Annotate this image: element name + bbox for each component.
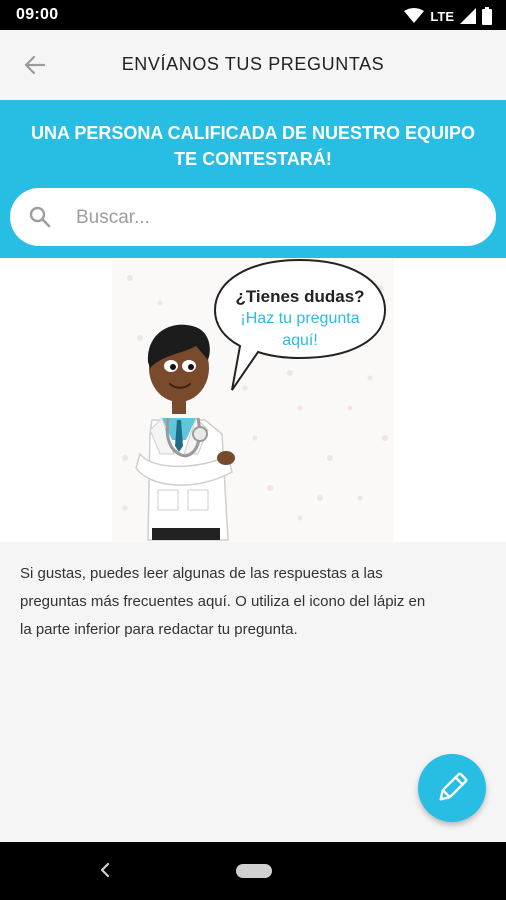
bubble-cta-line1: ¡Haz tu pregunta (240, 310, 360, 327)
system-nav-bar (0, 842, 506, 900)
status-bar: 09:00 LTE (0, 0, 506, 30)
banner-headline: UNA PERSONA CALIFICADA DE NUESTRO EQUIPO… (10, 120, 496, 172)
page-title: ENVÍANOS TUS PREGUNTAS (121, 54, 385, 74)
bubble-cta-line2: aquí! (282, 332, 318, 349)
doctor-illustration: ¿Tienes dudas? ¡Haz tu pregunta aquí! (0, 258, 506, 542)
instructions-line1: Si gustas, puedes leer algunas de las re… (20, 565, 383, 582)
app-bar: ENVÍANOS TUS PREGUNTAS (0, 30, 506, 100)
header-banner: UNA PERSONA CALIFICADA DE NUESTRO EQUIPO… (0, 100, 506, 258)
battery-icon (482, 7, 492, 25)
wifi-icon (404, 8, 425, 23)
instructions-line3: la parte inferior para redactar tu pregu… (20, 621, 298, 638)
home-pill-icon[interactable] (236, 864, 272, 878)
compose-question-button[interactable] (418, 754, 486, 822)
status-time: 09:00 (16, 6, 59, 23)
speech-bubble: ¿Tienes dudas? ¡Haz tu pregunta aquí! (218, 286, 382, 352)
search-input[interactable] (74, 198, 478, 238)
instructions-text: Si gustas, puedes leer algunas de las re… (20, 560, 490, 644)
pencil-icon (439, 772, 468, 801)
chevron-left-icon[interactable] (98, 860, 112, 880)
instructions-line2: preguntas más frecuentes aquí. O utiliza… (20, 593, 426, 610)
bubble-question: ¿Tienes dudas? (235, 287, 365, 306)
status-icons: LTE (404, 6, 492, 26)
search-bar[interactable] (10, 188, 496, 246)
search-icon (29, 206, 51, 228)
banner-headline-line1: UNA PERSONA CALIFICADA DE NUESTRO EQUIPO (30, 123, 476, 143)
network-label: LTE (430, 8, 454, 24)
signal-icon (460, 8, 476, 24)
banner-headline-line2: TE CONTESTARÁ! (174, 149, 332, 169)
